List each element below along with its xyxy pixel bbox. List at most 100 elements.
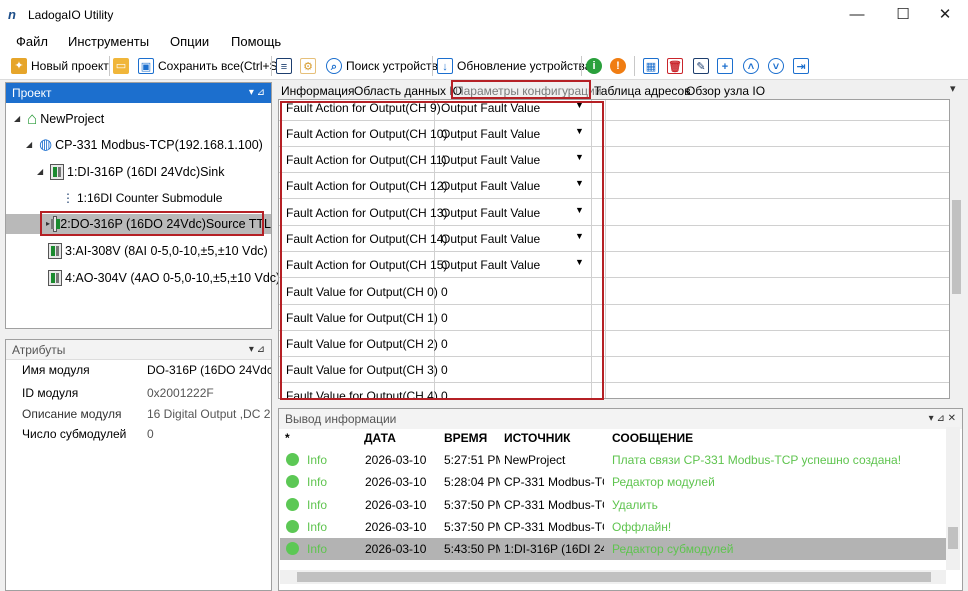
status-dot-icon xyxy=(286,542,299,555)
toolbar-separator xyxy=(271,56,272,76)
tab-information[interactable]: Информация xyxy=(281,84,354,98)
attr-row: ID модуля 0x2001222F xyxy=(22,386,214,400)
col-header-time[interactable]: ВРЕМЯ xyxy=(444,431,487,445)
export-icon: ⇥ xyxy=(793,58,809,74)
expand-arrow-icon[interactable]: ◢ xyxy=(37,162,47,182)
modules-button[interactable]: ▦ xyxy=(643,56,659,76)
tree-item-module-3[interactable]: 3:AI-308V (8AI 0-5,0-10,±5,±10 Vdc) xyxy=(48,241,268,261)
offline-button[interactable]: ! xyxy=(610,56,626,76)
tree-item-submodule[interactable]: ⋮ 1:16DI Counter Submodule xyxy=(62,188,222,208)
log-row[interactable]: Info 2026-03-10 5:37:50 PM CP-331 Modbus… xyxy=(280,494,946,516)
tree-item-coupler[interactable]: ◢ ◍ CP-331 Modbus-TCP(192.168.1.100) xyxy=(26,135,263,155)
attr-row: Имя модуля DO-316P (16DO 24Vdc)S xyxy=(22,363,271,377)
gear-icon: ⚙ xyxy=(300,58,316,74)
output-panel-title: Вывод информации xyxy=(285,412,397,426)
update-device-button[interactable]: ↓ Обновление устройства xyxy=(437,56,591,76)
toolbar-separator xyxy=(581,56,582,76)
log-row[interactable]: Info 2026-03-10 5:37:50 PM CP-331 Modbus… xyxy=(280,516,946,538)
status-dot-icon xyxy=(286,498,299,511)
close-button[interactable]: ✕ xyxy=(922,0,968,30)
download-icon: ↓ xyxy=(437,58,453,74)
window-title: LadogaIO Utility xyxy=(28,8,114,22)
toolbar-separator xyxy=(634,56,635,76)
warning-icon: ! xyxy=(610,58,626,74)
move-down-button[interactable]: ˅ xyxy=(768,56,784,76)
log-row-selected[interactable]: Info 2026-03-10 5:43:50 PM 1:DI-316P (16… xyxy=(280,538,946,560)
tree-item-module-4[interactable]: 4:AO-304V (4AO 0-5,0-10,±5,±10 Vdc) xyxy=(48,268,280,288)
modules-icon: ▦ xyxy=(643,58,659,74)
settings-button[interactable]: ⚙ xyxy=(300,56,316,76)
selection-highlight xyxy=(40,211,264,236)
network-globe-icon: ◍ xyxy=(39,136,53,153)
open-folder-button[interactable]: ▭ xyxy=(113,56,129,76)
minimize-button[interactable]: — xyxy=(834,0,880,30)
col-header-date[interactable]: ДАТА xyxy=(364,431,396,445)
module-icon xyxy=(50,164,64,180)
attributes-panel-header: Атрибуты ▾ ⊿ xyxy=(6,340,271,360)
menu-help[interactable]: Помощь xyxy=(231,34,281,49)
move-up-button[interactable]: ˄ xyxy=(743,56,759,76)
expand-arrow-icon[interactable]: ◢ xyxy=(14,109,24,129)
delete-button[interactable]: 🗑 xyxy=(667,56,683,76)
chevron-up-icon: ˄ xyxy=(743,58,759,74)
tree-item-project[interactable]: ◢ ⌂ NewProject xyxy=(14,109,104,129)
project-panel-header: Проект ▾ ⊿ xyxy=(6,83,271,103)
project-panel-title: Проект xyxy=(12,86,52,100)
tab-io-node-overview[interactable]: Обзор узла IO xyxy=(686,84,765,98)
output-horizontal-scroll-thumb[interactable] xyxy=(297,572,931,582)
grid-highlight xyxy=(280,101,604,400)
new-project-icon: ✦ xyxy=(11,58,27,74)
grid-scroll-thumb[interactable] xyxy=(952,200,961,294)
export-button[interactable]: ⇥ xyxy=(793,56,809,76)
config-button[interactable]: ≡ xyxy=(276,56,292,76)
status-dot-icon xyxy=(286,520,299,533)
tab-address-table[interactable]: Таблица адресов xyxy=(594,84,691,98)
pin-icon[interactable]: ▾ ⊿ ✕ xyxy=(929,409,956,429)
trash-icon: 🗑 xyxy=(667,58,683,74)
save-icon: ▣ xyxy=(138,58,154,74)
output-panel-header: Вывод информации ▾ ⊿ ✕ xyxy=(279,409,962,429)
tab-io-data-area[interactable]: Область данных IO xyxy=(354,84,462,98)
home-icon: ⌂ xyxy=(27,109,38,128)
app-logo-icon: n xyxy=(8,7,16,22)
chevron-down-icon: ˅ xyxy=(768,58,784,74)
tree-item-module-1[interactable]: ◢ 1:DI-316P (16DI 24Vdc)Sink xyxy=(37,162,225,182)
module-icon xyxy=(48,243,62,259)
online-button[interactable]: i xyxy=(586,56,602,76)
menu-tools[interactable]: Инструменты xyxy=(68,34,149,49)
status-dot-icon xyxy=(286,475,299,488)
folder-icon: ▭ xyxy=(113,58,129,74)
add-icon: + xyxy=(717,58,733,74)
menu-options[interactable]: Опции xyxy=(170,34,209,49)
attr-row: Описание модуля 16 Digital Output ,DC 2 xyxy=(22,407,271,421)
pin-icon[interactable]: ▾ ⊿ xyxy=(249,340,265,360)
grid-settings-icon: ≡ xyxy=(276,58,292,74)
maximize-button[interactable]: ☐ xyxy=(880,0,926,30)
toolbar-separator xyxy=(432,56,433,76)
tab-menu-icon[interactable]: ▾ xyxy=(950,82,956,95)
attributes-panel-title: Атрибуты xyxy=(12,343,66,357)
edit-button[interactable]: ✎ xyxy=(693,56,709,76)
search-devices-button[interactable]: ⌕ Поиск устройств xyxy=(326,56,438,76)
save-all-button[interactable]: ▣ Сохранить все(Ctrl+S) xyxy=(138,56,282,76)
attr-row: Число субмодулей 0 xyxy=(22,427,154,441)
col-header-level[interactable]: * xyxy=(285,431,290,445)
expand-arrow-icon[interactable]: ◢ xyxy=(26,135,36,155)
tab-highlight xyxy=(451,80,591,99)
pin-icon[interactable]: ▾ ⊿ xyxy=(249,83,265,103)
menu-file[interactable]: Файл xyxy=(16,34,48,49)
submodule-icon: ⋮ xyxy=(62,191,74,205)
add-button[interactable]: + xyxy=(717,56,733,76)
log-row[interactable]: Info 2026-03-10 5:27:51 PM NewProject Пл… xyxy=(280,449,946,471)
attributes-panel: Атрибуты ▾ ⊿ Имя модуля DO-316P (16DO 24… xyxy=(5,339,272,591)
log-row[interactable]: Info 2026-03-10 5:28:04 PM CP-331 Modbus… xyxy=(280,471,946,493)
output-vertical-scroll-thumb[interactable] xyxy=(948,527,958,549)
title-bar xyxy=(0,0,968,30)
status-dot-icon xyxy=(286,453,299,466)
module-icon xyxy=(48,270,62,286)
search-icon: ⌕ xyxy=(326,58,342,74)
col-header-source[interactable]: ИСТОЧНИК xyxy=(504,431,570,445)
new-project-button[interactable]: ✦ Новый проект xyxy=(11,56,109,76)
col-header-message[interactable]: СООБЩЕНИЕ xyxy=(612,431,693,445)
toolbar-separator xyxy=(109,56,110,76)
